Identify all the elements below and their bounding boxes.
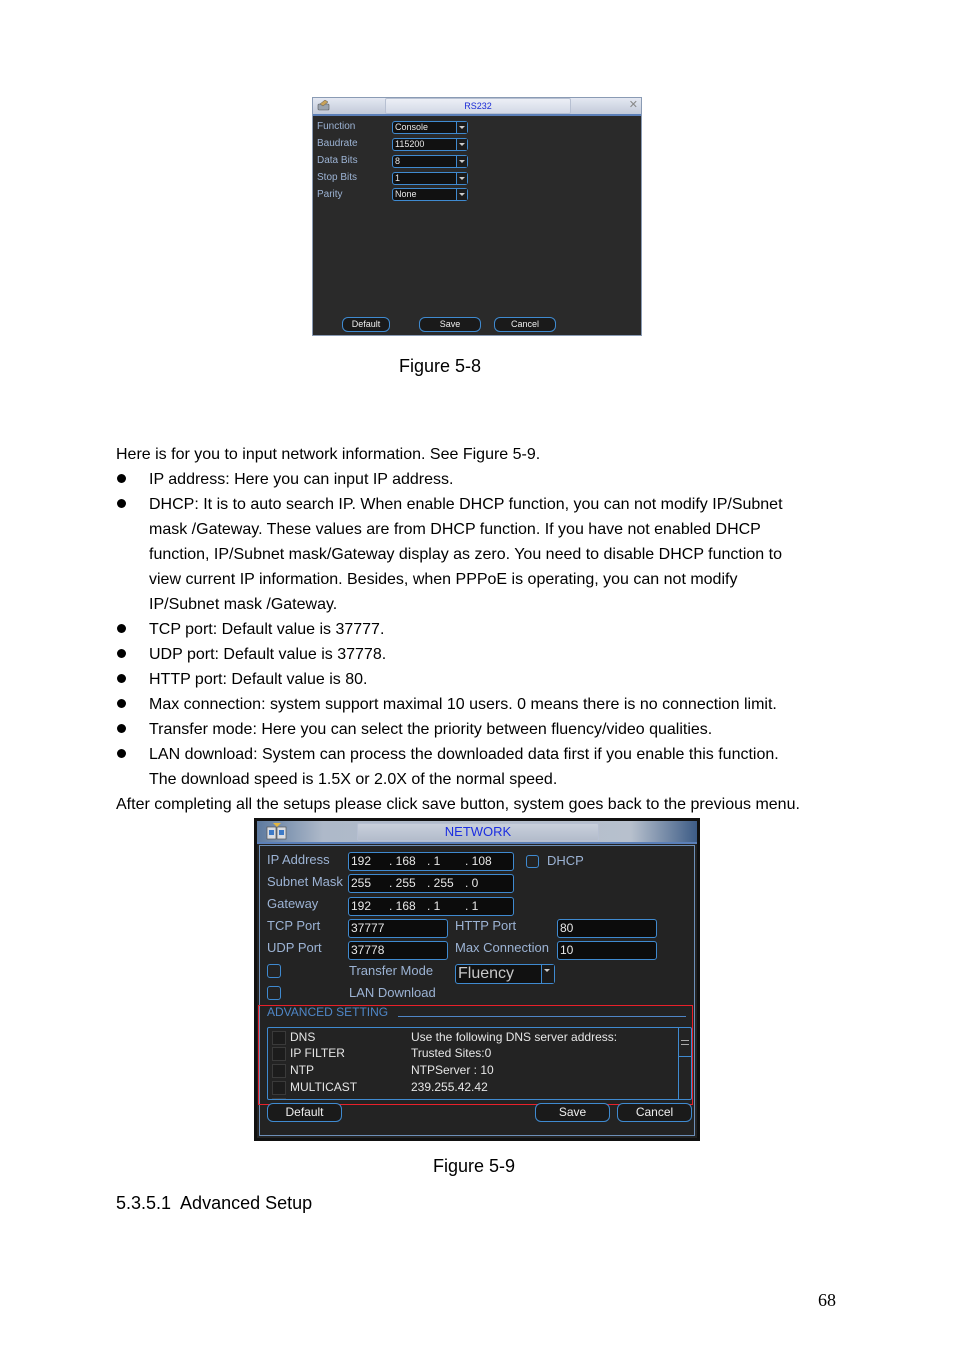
stop-bits-label: Stop Bits — [317, 172, 358, 183]
bullet-ip-address: IP address: Here you can input IP addres… — [149, 471, 454, 488]
gateway-octet-3[interactable]: . 1 — [427, 898, 465, 914]
ip-address-input[interactable]: 192. 168. 1. 108 — [348, 852, 514, 871]
ip-octet-4[interactable]: . 108 — [465, 853, 503, 869]
bullet-dhcp-line5: IP/Subnet mask /Gateway. — [149, 596, 338, 613]
network-computers-icon — [265, 822, 289, 841]
intro-paragraph: Here is for you to input network informa… — [116, 446, 541, 463]
chevron-down-icon[interactable] — [456, 189, 467, 200]
bullet-icon — [117, 474, 126, 483]
bullet-icon — [117, 724, 126, 733]
ip-address-label: IP Address — [267, 852, 330, 867]
bullet-max-connection: Max connection: system support maximal 1… — [149, 696, 777, 713]
mask-octet-3[interactable]: . 255 — [427, 875, 465, 891]
bullet-dhcp-line3: function, IP/Subnet mask/Gateway display… — [149, 546, 782, 563]
dialog-titlebar: RS232 ✕ — [313, 98, 641, 116]
gateway-label: Gateway — [267, 896, 319, 911]
transfer-mode-checkbox[interactable] — [267, 964, 281, 978]
bullet-tcp-port: TCP port: Default value is 37777. — [149, 621, 385, 638]
baudrate-select[interactable]: 115200 — [392, 138, 468, 151]
function-label: Function — [317, 121, 356, 132]
dialog-titlebar: NETWORK — [257, 821, 697, 844]
cancel-button[interactable]: Cancel — [494, 317, 556, 332]
dialog-title: RS232 — [385, 98, 571, 114]
baudrate-label: Baudrate — [317, 138, 358, 149]
default-button[interactable]: Default — [267, 1103, 342, 1122]
udp-port-input[interactable]: 37778 — [348, 941, 448, 960]
gateway-octet-1[interactable]: 192 — [351, 898, 389, 914]
subnet-mask-input[interactable]: 255. 255. 255. 0 — [348, 874, 514, 893]
chevron-down-icon[interactable] — [456, 173, 467, 184]
bullet-icon — [117, 674, 126, 683]
dhcp-checkbox[interactable] — [526, 855, 539, 868]
cancel-button[interactable]: Cancel — [617, 1103, 692, 1122]
ip-octet-2[interactable]: . 168 — [389, 853, 427, 869]
function-value: Console — [395, 122, 429, 132]
parity-value: None — [395, 189, 417, 199]
data-bits-select[interactable]: 8 — [392, 155, 468, 168]
figure-caption-5-8: Figure 5-8 — [399, 356, 482, 376]
bullet-icon — [117, 649, 126, 658]
chevron-down-icon[interactable] — [456, 156, 467, 167]
dhcp-label: DHCP — [547, 853, 584, 868]
parity-label: Parity — [317, 189, 343, 200]
bullet-lan-download-line1: LAN download: System can process the dow… — [149, 746, 779, 763]
baudrate-value: 115200 — [395, 139, 425, 149]
transfer-mode-value: Fluency — [458, 965, 515, 982]
stop-bits-select[interactable]: 1 — [392, 172, 468, 185]
section-heading: 5.3.5.1 Advanced Setup — [116, 1193, 313, 1213]
bullet-icon — [117, 499, 126, 508]
transfer-mode-select[interactable]: Fluency — [455, 964, 555, 984]
default-button[interactable]: Default — [342, 317, 390, 332]
bullet-dhcp-line4: view current IP information. Besides, wh… — [149, 571, 738, 588]
bullet-dhcp-line2: mask /Gateway. These values are from DHC… — [149, 521, 761, 538]
highlight-box — [258, 1005, 693, 1105]
bullet-icon — [117, 624, 126, 633]
rs232-dialog: RS232 ✕ Function Console Baudrate 115200… — [312, 97, 642, 336]
bullet-transfer-mode: Transfer mode: Here you can select the p… — [149, 721, 713, 738]
bullet-icon — [117, 699, 126, 708]
http-port-input[interactable]: 80 — [557, 919, 657, 938]
gateway-input[interactable]: 192. 168. 1. 1 — [348, 897, 514, 916]
data-bits-value: 8 — [395, 156, 401, 166]
dialog-title: NETWORK — [357, 823, 599, 841]
figure-caption-5-9: Figure 5-9 — [433, 1156, 516, 1176]
ip-octet-1[interactable]: 192 — [351, 853, 389, 869]
chevron-down-icon[interactable] — [456, 122, 467, 133]
function-select[interactable]: Console — [392, 121, 468, 134]
max-connection-label: Max Connection — [455, 940, 549, 955]
mask-octet-1[interactable]: 255 — [351, 875, 389, 891]
http-port-label: HTTP Port — [455, 918, 517, 933]
mask-octet-4[interactable]: . 0 — [465, 875, 503, 891]
lan-download-label: LAN Download — [349, 985, 436, 1000]
chevron-down-icon[interactable] — [541, 965, 554, 983]
bullet-icon — [117, 749, 126, 758]
transfer-mode-label: Transfer Mode — [349, 963, 434, 978]
udp-port-label: UDP Port — [267, 940, 322, 955]
tcp-port-input[interactable]: 37777 — [348, 919, 448, 938]
gateway-octet-4[interactable]: . 1 — [465, 898, 503, 914]
mask-octet-2[interactable]: . 255 — [389, 875, 427, 891]
lan-download-checkbox[interactable] — [267, 986, 281, 1000]
gateway-octet-2[interactable]: . 168 — [389, 898, 427, 914]
bullet-lan-download-line2: The download speed is 1.5X or 2.0X of th… — [149, 771, 558, 788]
page-number: 68 — [818, 1290, 836, 1310]
ip-octet-3[interactable]: . 1 — [427, 853, 465, 869]
stop-bits-value: 1 — [395, 173, 401, 183]
wrench-tools-icon — [317, 99, 331, 111]
data-bits-label: Data Bits — [317, 155, 358, 166]
chevron-down-icon[interactable] — [456, 139, 467, 150]
tcp-port-label: TCP Port — [267, 918, 321, 933]
parity-select[interactable]: None — [392, 188, 468, 201]
bullet-udp-port: UDP port: Default value is 37778. — [149, 646, 387, 663]
after-paragraph: After completing all the setups please c… — [116, 796, 800, 813]
bullet-dhcp-line1: DHCP: It is to auto search IP. When enab… — [149, 496, 783, 513]
max-connection-input[interactable]: 10 — [557, 941, 657, 960]
save-button[interactable]: Save — [535, 1103, 610, 1122]
save-button[interactable]: Save — [419, 317, 481, 332]
close-icon[interactable]: ✕ — [629, 98, 638, 112]
subnet-mask-label: Subnet Mask — [267, 874, 343, 889]
bullet-http-port: HTTP port: Default value is 80. — [149, 671, 368, 688]
